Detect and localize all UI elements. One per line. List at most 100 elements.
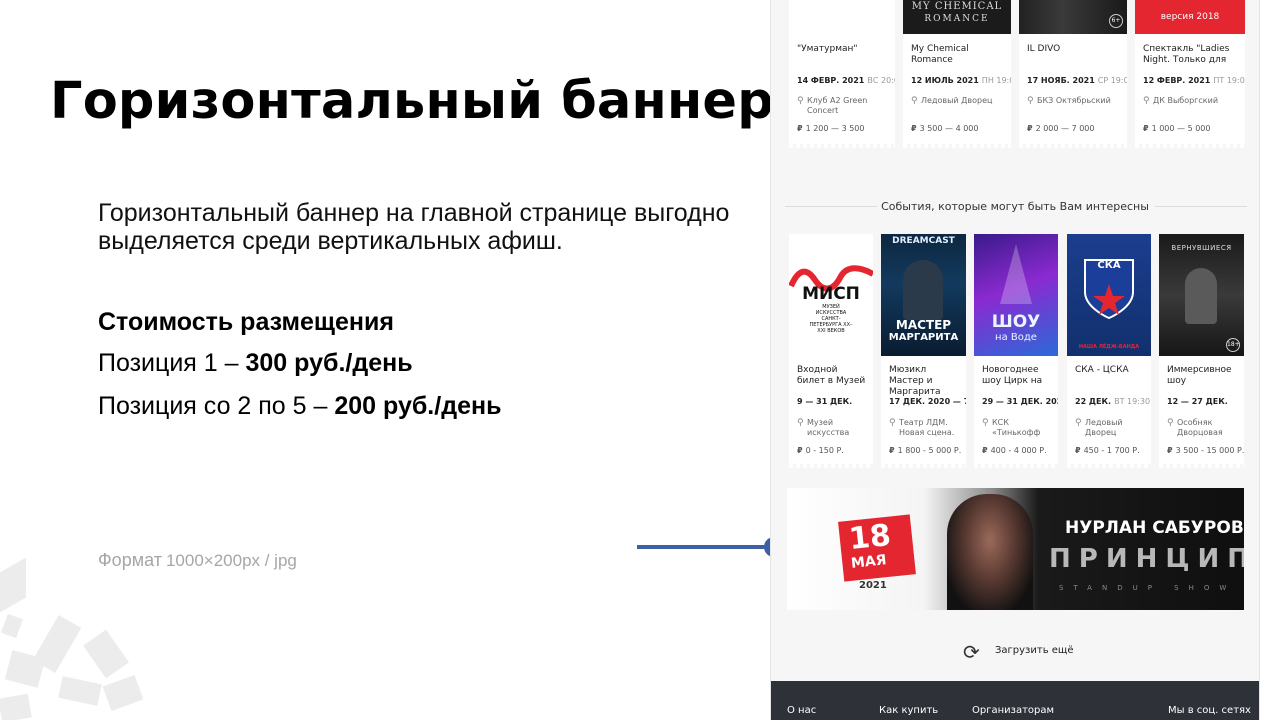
location-pin-icon: ⚲ (1167, 418, 1174, 428)
event-date: 9 — 31 ДЕК. (797, 397, 853, 406)
ruble-icon: ₽ (1075, 446, 1081, 455)
ticket-edge (903, 144, 1011, 148)
ruble-icon: ₽ (1167, 446, 1173, 455)
event-price: ₽2 000 — 7 000 (1027, 124, 1095, 133)
event-poster: DREAMCAST МАСТЕР МАРГАРИТА (881, 234, 966, 356)
event-title: "Уматурман" (797, 44, 858, 54)
event-poster: ШОУ на Воде (974, 234, 1058, 356)
ticket-edge (1067, 464, 1151, 468)
event-card[interactable]: СКА НАША ЛЁДЖ-БАНДА СКА - ЦСКА 22 ДЕК. ВТ… (1067, 234, 1151, 468)
event-title: IL DIVO (1027, 44, 1061, 54)
event-venue: ⚲ Театр ЛДМ. Новая сцена. (889, 418, 955, 437)
location-pin-icon: ⚲ (797, 96, 804, 106)
event-date: 22 ДЕК. ВТ 19:30 (1075, 397, 1151, 406)
event-poster: МИСП МУЗЕЙ ИСКУССТВА САНКТ-ПЕТЕРБУРГА XX… (789, 234, 873, 356)
connector-line (637, 545, 777, 549)
event-card[interactable]: ВЕРНУВШИЕСЯ 18+ Иммерсивное шоу 12 — 27 … (1159, 234, 1244, 468)
ticket-edge (1159, 464, 1244, 468)
ruble-icon: ₽ (982, 446, 988, 455)
event-date: 14 ФЕВР. 2021ВС 20:00 (797, 76, 895, 85)
event-venue: ⚲ Особняк Дворцовая (1167, 418, 1223, 437)
event-date: 12 — 27 ДЕК. (1167, 397, 1228, 406)
age-badge: 6+ (1109, 14, 1123, 28)
format-label: Формат (98, 550, 162, 570)
ticket-edge (1135, 144, 1245, 148)
footer-link-about[interactable]: О нас (787, 705, 816, 716)
price-position-2-5-value: 200 руб./день (334, 392, 502, 420)
footer-link-how-to-buy[interactable]: Как купить (879, 705, 938, 716)
ticket-edge (789, 144, 895, 148)
footer-link-social[interactable]: Мы в соц. сетях (1168, 705, 1251, 716)
event-title: Новогоднее шоу Цирк на (982, 365, 1043, 386)
event-date: 12 ФЕВР. 2021ПТ 19:00 (1143, 76, 1245, 85)
event-date: 17 ДЕК. 2020 — 7 Я (889, 397, 966, 406)
price-position-1: Позиция 1 – 300 руб./день (98, 349, 413, 378)
event-title: My Chemical Romance (911, 44, 969, 65)
event-card[interactable]: "Уматурман" 14 ФЕВР. 2021ВС 20:00 ⚲Клуб … (789, 0, 895, 148)
event-card[interactable]: ШОУ на Воде Новогоднее шоу Цирк на 29 — … (974, 234, 1058, 468)
load-more-button[interactable]: ⟳ Загрузить ещё (771, 640, 1259, 664)
event-venue: ⚲ ДК Выборгский (1143, 96, 1219, 106)
event-price: ₽1 200 — 3 500 (797, 124, 865, 133)
price-position-2-5-label: Позиция со 2 по 5 – (98, 392, 335, 420)
event-date: 12 ИЮЛЬ 2021ПН 19:00 (911, 76, 1011, 85)
location-pin-icon: ⚲ (911, 96, 918, 106)
event-title: Мюзикл Мастер и Маргарита (889, 365, 941, 397)
event-price: ₽450 - 1 700 Р. (1075, 446, 1140, 455)
event-venue: ⚲ Клуб А2 Green Concert (797, 96, 868, 115)
horizontal-banner[interactable]: 18 МАЯ 2021 НУРЛАН САБУРОВ ПРИНЦИП STAND… (787, 488, 1244, 610)
event-price: ₽3 500 — 4 000 (911, 124, 979, 133)
location-pin-icon: ⚲ (1143, 96, 1150, 106)
ruble-icon: ₽ (911, 124, 917, 133)
event-card[interactable]: 6+ IL DIVO 17 НОЯБ. 2021СР 19:00 ⚲БКЗ Ок… (1019, 0, 1127, 148)
event-poster: версия 2018 (1135, 0, 1245, 34)
event-venue: ⚲ БКЗ Октябрьский (1027, 96, 1111, 106)
banner-show-title: ПРИНЦИП (1049, 544, 1244, 574)
event-price: ₽400 - 4 000 Р. (982, 446, 1047, 455)
format-info: Формат 1000×200px / jpg (98, 550, 297, 571)
ticket-edge (789, 464, 873, 468)
price-position-1-value: 300 руб./день (245, 349, 413, 377)
ruble-icon: ₽ (1027, 124, 1033, 133)
footer-link-organizers[interactable]: Организаторам (972, 705, 1054, 716)
event-poster: СКА НАША ЛЁДЖ-БАНДА (1067, 234, 1151, 356)
event-venue: ⚲ Ледовый Дворец (1075, 418, 1123, 437)
event-price: ₽0 - 150 Р. (797, 446, 844, 455)
event-card[interactable]: МИСП МУЗЕЙ ИСКУССТВА САНКТ-ПЕТЕРБУРГА XX… (789, 234, 873, 468)
location-pin-icon: ⚲ (1075, 418, 1082, 428)
price-heading: Стоимость размещения (98, 308, 394, 336)
location-pin-icon: ⚲ (797, 418, 804, 428)
event-poster: ВЕРНУВШИЕСЯ 18+ (1159, 234, 1244, 356)
price-position-2-5: Позиция со 2 по 5 – 200 руб./день (98, 392, 501, 421)
format-value: 1000×200px / jpg (165, 551, 297, 570)
event-price: ₽1 000 — 5 000 (1143, 124, 1211, 133)
section-title: События, которые могут быть Вам интересн… (881, 200, 1149, 213)
event-price: ₽1 800 - 5 000 Р. (889, 446, 962, 455)
event-venue: ⚲ КСК «Тинькофф (982, 418, 1041, 437)
age-badge: 18+ (1226, 338, 1240, 352)
price-position-1-label: Позиция 1 – (98, 349, 246, 377)
load-more-label: Загрузить ещё (995, 645, 1074, 656)
event-price: ₽3 500 - 15 000 Р. (1167, 446, 1244, 455)
ticket-edge (1019, 144, 1127, 148)
ruble-icon: ₽ (1143, 124, 1149, 133)
slide-title: Горизонтальный баннер (50, 72, 774, 131)
banner-show-subtitle: STANDUP SHOW (1059, 584, 1237, 592)
event-card[interactable]: MY CHEMICAL ROMANCE My Chemical Romance … (903, 0, 1011, 148)
event-venue: ⚲ Ледовый Дворец (911, 96, 993, 106)
ruble-icon: ₽ (797, 446, 803, 455)
event-title: СКА - ЦСКА (1075, 365, 1129, 375)
event-date: 29 — 31 ДЕК. 2021 (982, 397, 1058, 406)
event-venue: ⚲ Музей искусства (797, 418, 850, 437)
event-title: Входной билет в Музей (797, 365, 866, 386)
location-pin-icon: ⚲ (982, 418, 989, 428)
event-card[interactable]: DREAMCAST МАСТЕР МАРГАРИТА Мюзикл Мастер… (881, 234, 966, 468)
ticket-edge (881, 464, 966, 468)
event-title: Спектакль "Ladies Night. Только для (1143, 44, 1230, 65)
event-title: Иммерсивное шоу (1167, 365, 1232, 386)
location-pin-icon: ⚲ (889, 418, 896, 428)
ticket-edge (974, 464, 1058, 468)
event-poster: 6+ (1019, 0, 1127, 34)
slide-description: Горизонтальный баннер на главной страниц… (98, 199, 730, 255)
event-card[interactable]: версия 2018 Спектакль "Ladies Night. Тол… (1135, 0, 1245, 148)
